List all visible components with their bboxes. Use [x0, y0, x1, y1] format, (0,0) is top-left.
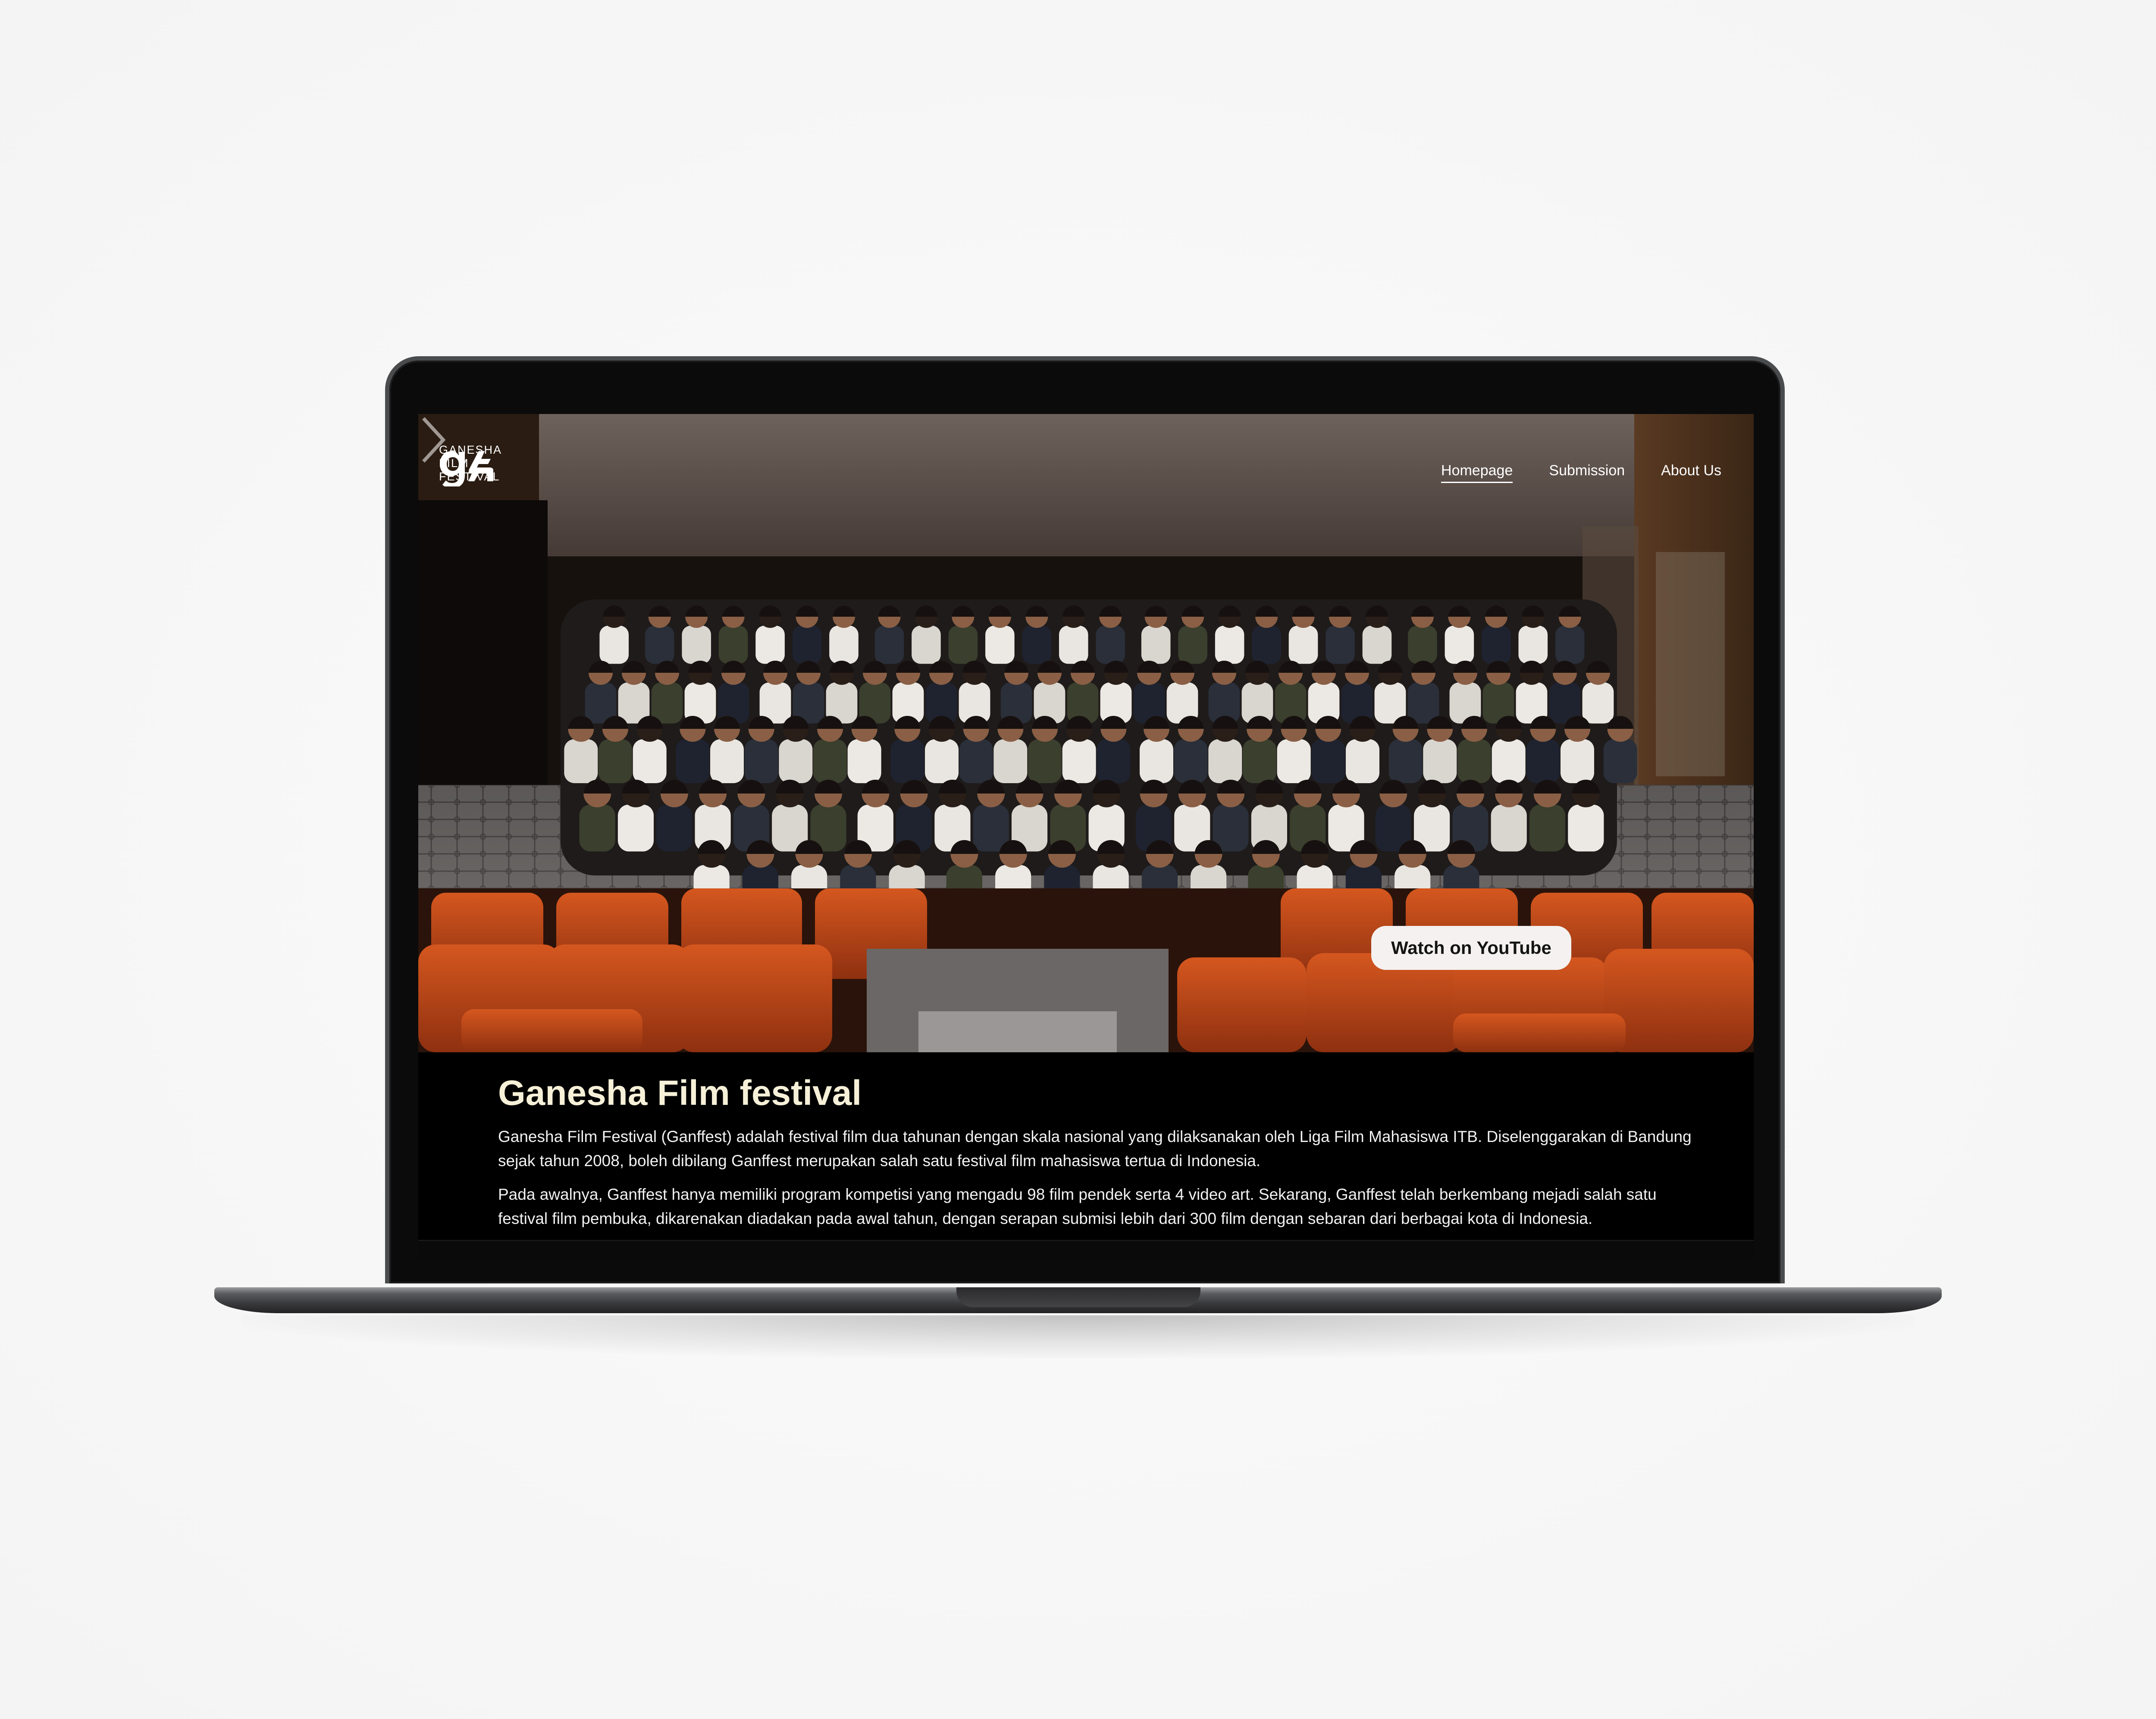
watch-on-youtube-button[interactable]: Watch on YouTube — [1371, 926, 1571, 970]
browser-viewport: GANESHA FILM FESTIVAL Homepage Submissio… — [418, 414, 1754, 1240]
intro-paragraph-2: Pada awalnya, Ganffest hanya memiliki pr… — [498, 1186, 1657, 1228]
laptop-shadow — [241, 1315, 1915, 1358]
hero-banner: GANESHA FILM FESTIVAL Homepage Submissio… — [418, 414, 1754, 1052]
intro-title: Ganesha Film festival — [498, 1073, 862, 1113]
intro-paragraph-1: Ganesha Film Festival (Ganffest) adalah … — [498, 1128, 1692, 1170]
intro-section: Ganesha Film festival Ganesha Film Festi… — [498, 1073, 1697, 1240]
nav-submission[interactable]: Submission — [1549, 462, 1625, 483]
screen-bezel-bottom — [418, 1240, 1754, 1260]
theater-seats — [418, 888, 1754, 1052]
main-nav: Homepage Submission About Us — [1441, 462, 1721, 483]
laptop-notch — [956, 1287, 1200, 1307]
chevron-right-icon[interactable] — [418, 414, 448, 466]
nav-homepage[interactable]: Homepage — [1441, 462, 1513, 483]
crowd — [561, 599, 1637, 912]
mockup-stage: GANESHA FILM FESTIVAL Homepage Submissio… — [0, 0, 2156, 1719]
nav-about-us[interactable]: About Us — [1661, 462, 1721, 483]
